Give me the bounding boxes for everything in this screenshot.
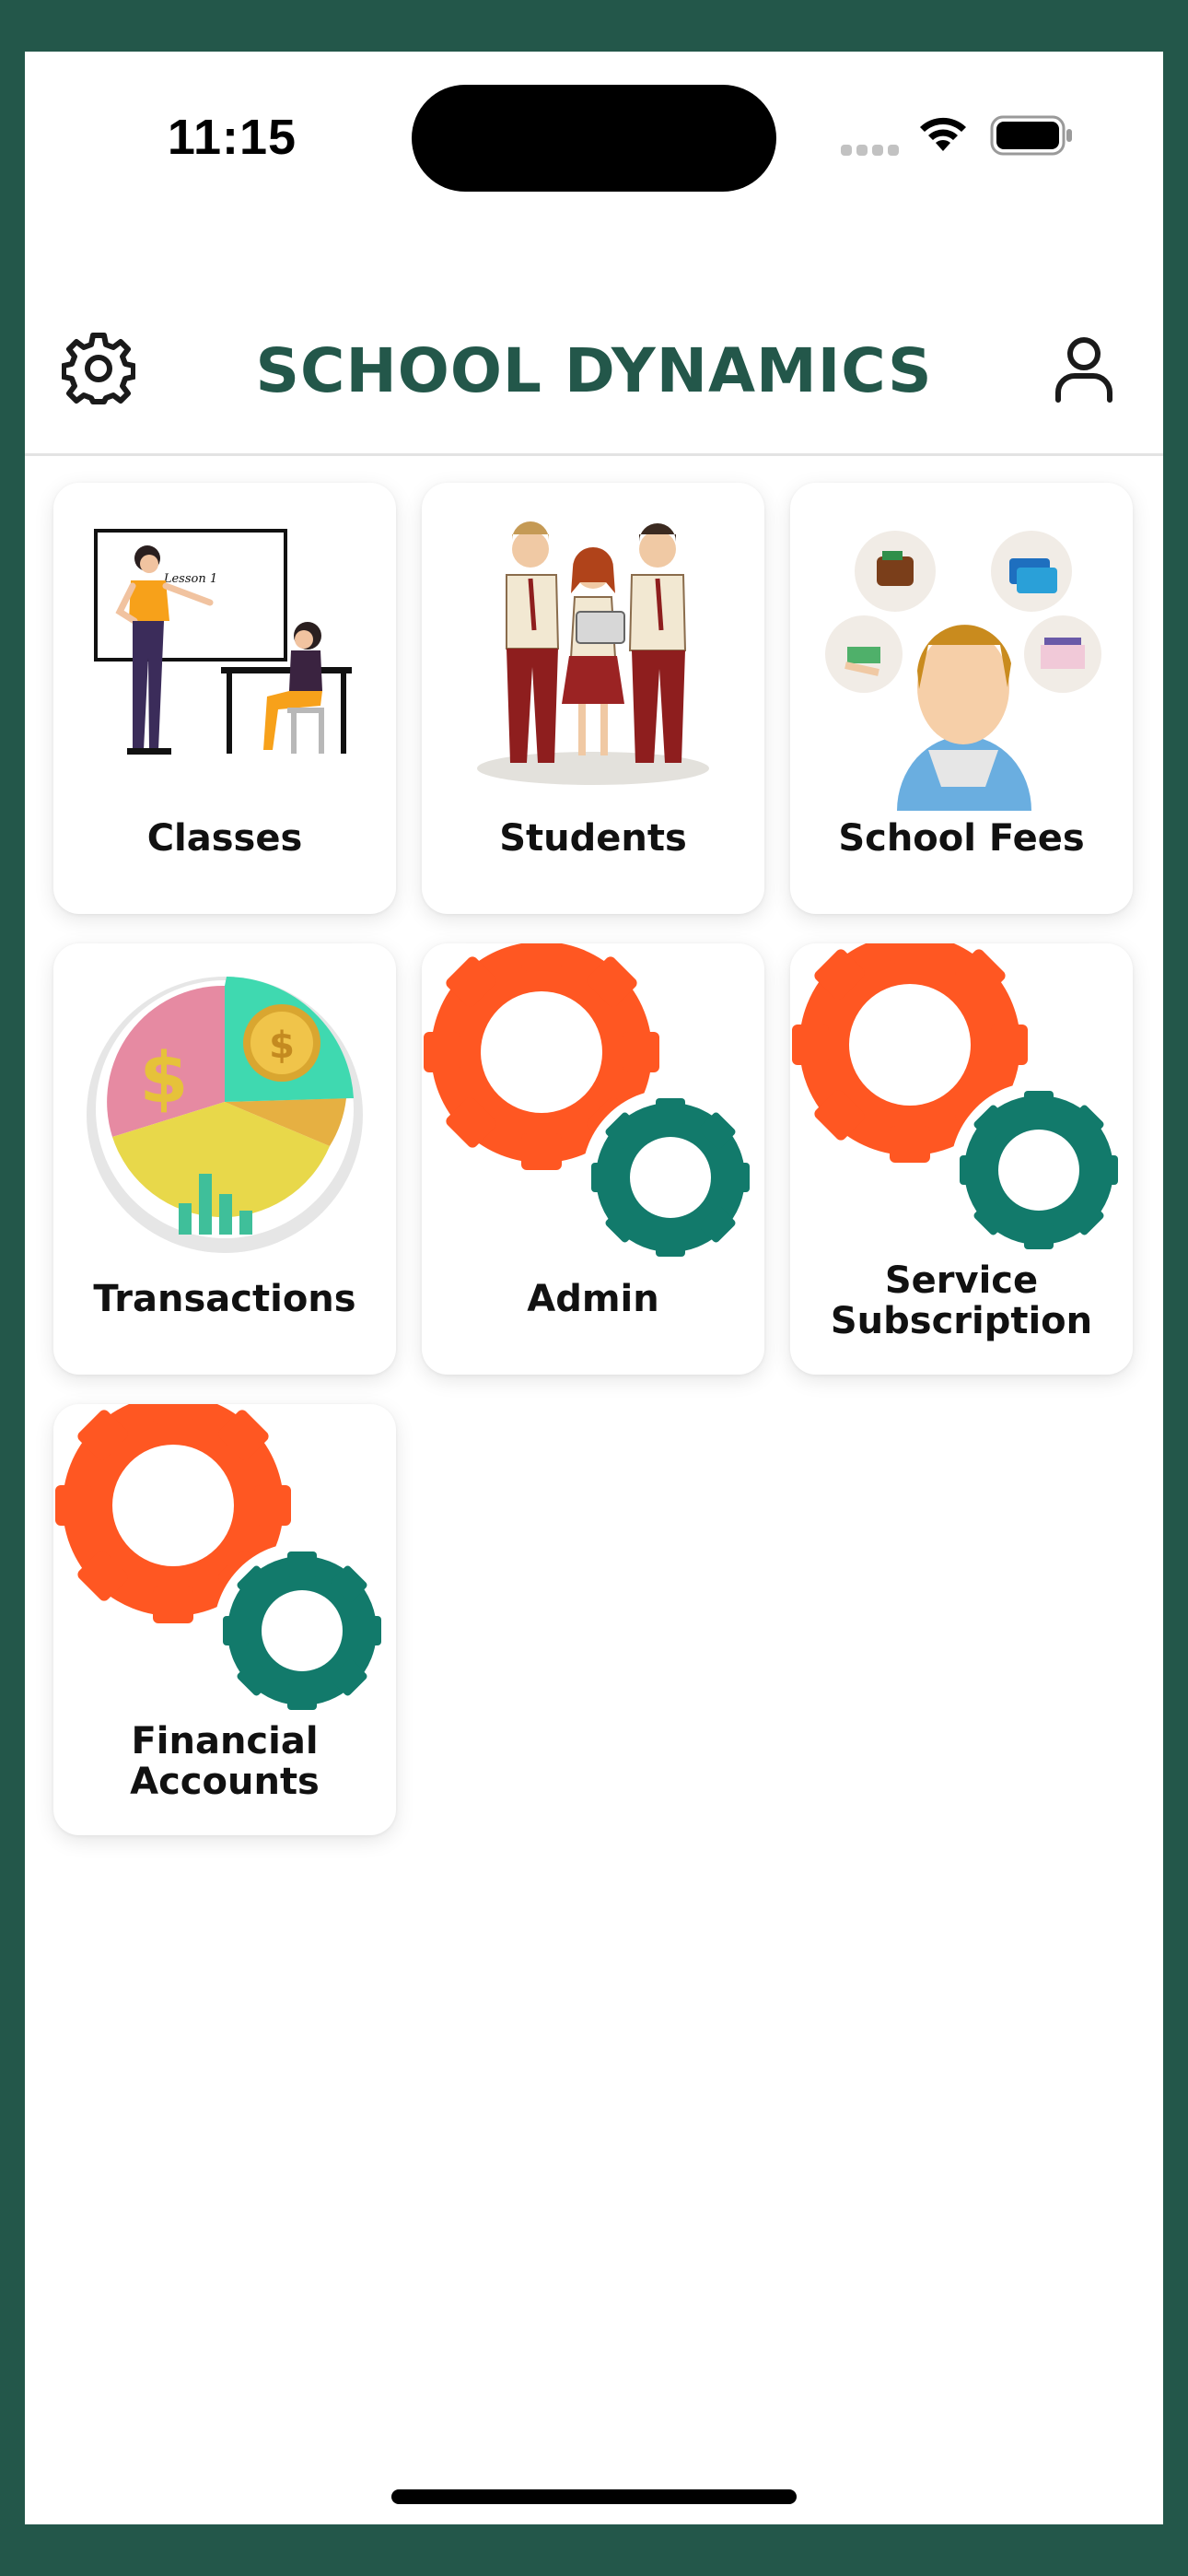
user-icon [1055, 337, 1112, 403]
home-indicator[interactable] [391, 2489, 797, 2504]
tile-label-line: Subscription [830, 1300, 1093, 1342]
svg-text:$: $ [140, 1036, 189, 1118]
students-illustration [477, 521, 709, 785]
tile-school-fees[interactable]: School Fees [790, 483, 1133, 914]
gears-icon [424, 943, 759, 1266]
transactions-chart-illustration: $ $ [87, 977, 363, 1253]
tile-label: Transactions [93, 1278, 356, 1320]
classroom-illustration: Lesson 1 [94, 529, 352, 755]
tile-label-line: Accounts [130, 1761, 320, 1803]
status-time: 11:15 [167, 110, 297, 165]
gears-icon [55, 1404, 390, 1719]
page-title: SCHOOL DYNAMICS [255, 335, 933, 406]
tile-students[interactable]: Students [422, 483, 764, 914]
battery-icon [990, 115, 1072, 156]
school-fees-illustration [825, 531, 1101, 811]
app-header: SCHOOL DYNAMICS [25, 280, 1163, 456]
profile-button[interactable] [1049, 334, 1119, 404]
svg-text:$: $ [269, 1025, 295, 1067]
tile-label: Students [499, 817, 687, 860]
app-screen: 11:15 SCHOOL DYNAMICS Lesson 1 Classes S… [25, 52, 1163, 2524]
tile-label: School Fees [838, 817, 1085, 860]
tile-label-line: Financial [131, 1720, 319, 1762]
wifi-icon [920, 117, 966, 151]
tile-label: Classes [146, 817, 303, 860]
tile-label: Admin [527, 1278, 659, 1320]
tile-classes[interactable]: Lesson 1 Classes [53, 483, 396, 914]
tile-label: Service Subscription [790, 1260, 1133, 1341]
gears-icon [792, 943, 1127, 1259]
dynamic-island [412, 85, 776, 192]
tile-financial-accounts[interactable]: Financial Accounts [53, 1404, 396, 1835]
tile-admin[interactable]: Admin [422, 943, 764, 1375]
tile-transactions[interactable]: $ $ Transactions [53, 943, 396, 1375]
board-text: Lesson 1 [163, 572, 217, 586]
tile-service-subscription[interactable]: Service Subscription [790, 943, 1133, 1375]
tile-label: Financial Accounts [53, 1721, 396, 1802]
tile-label-line: Service [884, 1259, 1039, 1302]
cellular-signal-icon [841, 142, 903, 159]
